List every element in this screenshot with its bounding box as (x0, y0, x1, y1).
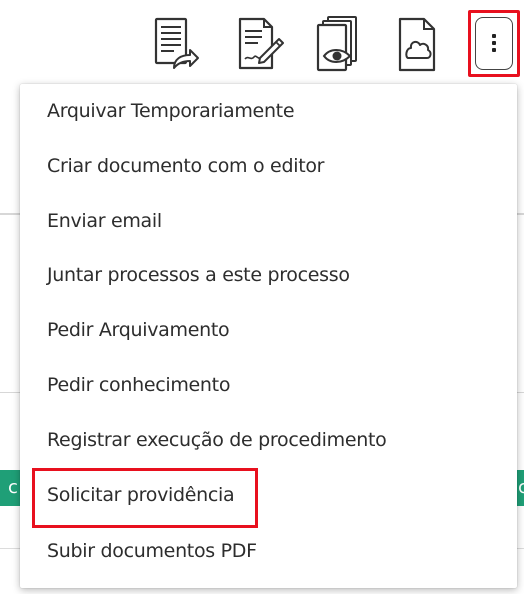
menu-item-arquivar-temporariamente[interactable]: Arquivar Temporariamente (20, 84, 517, 138)
cloud-document-icon[interactable] (394, 14, 444, 74)
menu-item-label: Pedir conhecimento (47, 374, 231, 396)
menu-item-label: Registrar execução de procedimento (47, 429, 387, 451)
menu-item-label: Arquivar Temporariamente (47, 100, 295, 122)
menu-item-label: Subir documentos PDF (47, 540, 257, 562)
background-divider-right (517, 213, 524, 215)
menu-item-label: Pedir Arquivamento (47, 319, 230, 341)
background-divider-left-2 (0, 392, 20, 393)
background-table-border-left (0, 548, 20, 549)
background-green-band-left: c (0, 470, 20, 506)
document-edit-icon[interactable] (234, 14, 284, 74)
background-divider-left (0, 213, 20, 215)
background-green-band-right: c (517, 470, 524, 506)
document-share-icon[interactable] (150, 14, 200, 74)
menu-item-label: Enviar email (47, 210, 162, 232)
more-options-button[interactable] (468, 10, 520, 77)
menu-item-pedir-conhecimento[interactable]: Pedir conhecimento (20, 358, 517, 412)
background-table-border-right (517, 548, 524, 549)
document-view-icon[interactable] (312, 14, 362, 74)
vertical-ellipsis-icon (491, 34, 497, 55)
menu-item-solicitar-providencia[interactable]: Solicitar providência (20, 468, 517, 522)
menu-item-juntar-processos[interactable]: Juntar processos a este processo (20, 248, 517, 302)
menu-item-label: Criar documento com o editor (47, 155, 325, 177)
background-green-text-left: c (8, 477, 18, 498)
menu-item-label: Solicitar providência (47, 484, 235, 506)
menu-item-enviar-email[interactable]: Enviar email (20, 194, 517, 248)
menu-item-label: Juntar processos a este processo (47, 264, 350, 286)
background-green-text-right: c (518, 477, 524, 498)
menu-item-subir-documentos-pdf[interactable]: Subir documentos PDF (20, 524, 517, 578)
more-options-menu: Arquivar Temporariamente Criar documento… (20, 84, 517, 588)
menu-item-pedir-arquivamento[interactable]: Pedir Arquivamento (20, 303, 517, 357)
background-divider-right-2 (517, 392, 524, 393)
document-toolbar (0, 0, 524, 90)
more-options-inner (475, 17, 513, 70)
menu-item-registrar-execucao[interactable]: Registrar execução de procedimento (20, 413, 517, 467)
menu-item-criar-documento-com-o-editor[interactable]: Criar documento com o editor (20, 139, 517, 193)
